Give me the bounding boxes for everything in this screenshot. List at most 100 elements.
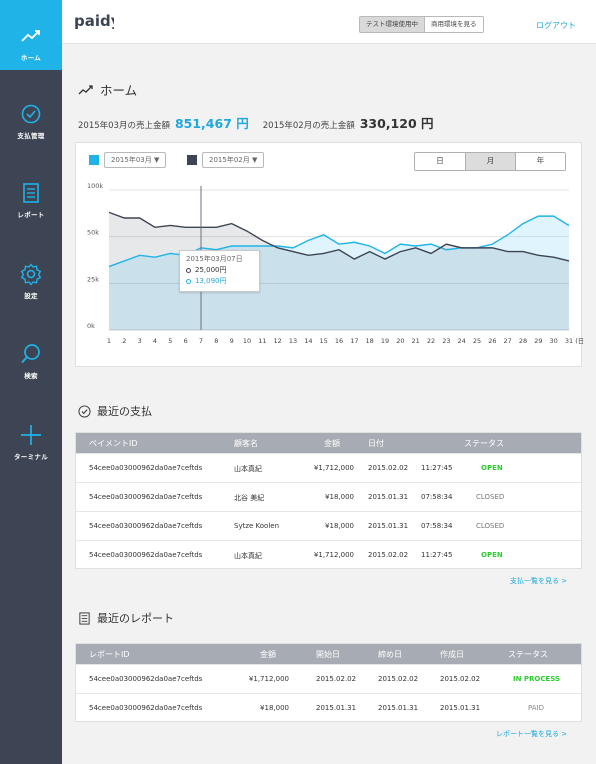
sales-chart-panel: 2015年03月 ▼ 2015年02月 ▼ 日 月 年 100k 50k 25k 0k…	[75, 142, 583, 367]
y-tick-label: 0k	[87, 322, 95, 330]
col-header: 締め日	[378, 650, 402, 659]
sales-summary: 2015年03月の売上金額 851,467 円 2015年02月の売上金額 33…	[78, 113, 434, 132]
sales-current-label: 2015年03月の売上金額	[78, 121, 170, 131]
table-row[interactable]: 54cee0a03000962da0ae7ceftds ¥1,712,000 201…	[76, 664, 581, 693]
sidebar-item-terminal[interactable]: ターミナル	[0, 423, 62, 461]
x-tick-label: 12	[274, 337, 282, 345]
x-tick-label: 5	[168, 337, 172, 345]
table-row[interactable]: 54cee0a03000962da0ae7ceftds 山本真紀 ¥1,712,00…	[76, 540, 581, 569]
date: 2015.01.31	[368, 493, 409, 501]
x-tick-label: 3	[138, 337, 142, 345]
check-circle-icon	[19, 102, 43, 126]
time: 07:58:34	[421, 493, 453, 501]
table-row[interactable]: 54cee0a03000962da0ae7ceftds 北谷 美紀 ¥18,000 2…	[76, 482, 581, 511]
start-date: 2015.01.31	[316, 704, 357, 712]
x-tick-label: 16	[335, 337, 343, 345]
x-tick-label: 23	[442, 337, 450, 345]
col-header: 金額	[324, 439, 340, 448]
sidebar-item-label: 検索	[24, 372, 38, 380]
col-header: 作成日	[440, 650, 464, 659]
x-tick-label: 14	[304, 337, 312, 345]
status-badge: OPEN	[481, 464, 503, 472]
reports-title-text: 最近のレポート	[97, 612, 174, 625]
x-tick-label: 20	[396, 337, 404, 345]
trend-icon	[78, 84, 93, 94]
report-id[interactable]: 54cee0a03000962da0ae7ceftds	[89, 704, 202, 712]
table-row[interactable]: 54cee0a03000962da0ae7ceftds ¥18,000 2015.0…	[76, 693, 581, 722]
col-header: ステータス	[508, 650, 548, 659]
payment-id[interactable]: 54cee0a03000962da0ae7ceftds	[89, 551, 202, 559]
x-tick-label: 8	[214, 337, 218, 345]
svg-text:paidy: paidy	[74, 12, 114, 30]
sidebar-item-settings[interactable]: 設定	[0, 262, 62, 300]
x-tick-label: 28	[519, 337, 527, 345]
payments-table-body: 54cee0a03000962da0ae7ceftds 山本真紀 ¥1,712,00…	[76, 453, 581, 569]
reports-table: レポートID 金額 開始日 締め日 作成日 ステータス 54cee0a03000…	[75, 643, 582, 722]
sidebar-item-label: 支払管理	[17, 132, 45, 140]
x-tick-label: 24	[458, 337, 466, 345]
x-tick-label: 19	[381, 337, 389, 345]
sidebar-item-label: ホーム	[20, 54, 42, 62]
created-date: 2015.01.31	[440, 704, 481, 712]
payments-more-link[interactable]: 支払一覧を見る >	[510, 576, 567, 586]
payments-section-title: 最近の支払	[78, 403, 152, 419]
sidebar-item-payments[interactable]: 支払管理	[0, 102, 62, 140]
payments-title-text: 最近の支払	[97, 405, 152, 418]
sidebar-item-home[interactable]: ホーム	[0, 0, 62, 70]
payment-id[interactable]: 54cee0a03000962da0ae7ceftds	[89, 464, 202, 472]
prod-env-button[interactable]: 商用環境を見る	[424, 17, 483, 32]
x-tick-label: 31	[565, 337, 573, 345]
col-header: ステータス	[464, 439, 504, 448]
date: 2015.02.02	[368, 464, 409, 472]
amount: ¥1,712,000	[313, 551, 354, 559]
test-env-button[interactable]: テスト環境使用中	[360, 17, 424, 32]
x-tick-label: 13	[289, 337, 297, 345]
x-tick-label: 25	[473, 337, 481, 345]
x-tick-label: 2	[122, 337, 126, 345]
customer-name: 北谷 美紀	[234, 494, 265, 502]
payments-table-header: ペイメントID 顧客名 金額 日付 ステータス	[76, 433, 581, 453]
report-icon	[19, 181, 43, 205]
x-tick-label: 1	[107, 337, 111, 345]
y-tick-label: 25k	[87, 275, 99, 283]
date: 2015.01.31	[368, 522, 409, 530]
page-title-text: ホーム	[100, 83, 138, 98]
reports-more-link[interactable]: レポート一覧を見る >	[496, 729, 567, 739]
logout-link[interactable]: ログアウト	[536, 20, 576, 31]
plus-icon	[19, 423, 43, 447]
sidebar: ホーム 支払管理 レポート 設定 検索 ターミナル	[0, 0, 62, 764]
x-tick-label: 26	[488, 337, 496, 345]
payment-id[interactable]: 54cee0a03000962da0ae7ceftds	[89, 522, 202, 530]
table-row[interactable]: 54cee0a03000962da0ae7ceftds 山本真紀 ¥1,712,00…	[76, 453, 581, 482]
table-row[interactable]: 54cee0a03000962da0ae7ceftds Sytze Koolen ¥…	[76, 511, 581, 540]
top-header: paidy テスト環境使用中 商用環境を見る ログアウト	[62, 0, 596, 44]
paidy-logo[interactable]: paidy	[74, 11, 121, 31]
amount: ¥18,000	[325, 493, 354, 501]
sidebar-item-search[interactable]: 検索	[0, 342, 62, 380]
trend-icon	[19, 24, 43, 48]
x-tick-label: 30	[550, 337, 558, 345]
report-id[interactable]: 54cee0a03000962da0ae7ceftds	[89, 675, 202, 683]
tooltip-value-blue: 13,090円	[186, 276, 253, 287]
created-date: 2015.02.02	[440, 675, 481, 683]
x-tick-label: 27	[504, 337, 512, 345]
x-tick-label: 17	[350, 337, 358, 345]
gear-icon	[19, 262, 43, 286]
page-title: ホーム	[78, 80, 137, 99]
sidebar-item-label: ターミナル	[14, 453, 48, 461]
sales-previous-value: 330,120 円	[359, 116, 434, 131]
sidebar-item-label: レポート	[17, 211, 45, 219]
time: 11:27:45	[421, 551, 453, 559]
customer-name: Sytze Koolen	[234, 522, 280, 530]
status-badge: IN PROCESS	[513, 675, 561, 683]
x-tick-label: (日)	[575, 337, 583, 345]
payments-table: ペイメントID 顧客名 金額 日付 ステータス 54cee0a03000962d…	[75, 432, 582, 569]
status-badge: PAID	[528, 704, 545, 712]
payment-id[interactable]: 54cee0a03000962da0ae7ceftds	[89, 493, 202, 501]
col-header: ペイメントID	[89, 439, 138, 448]
tooltip-value-dark: 25,000円	[186, 265, 253, 276]
sidebar-item-reports[interactable]: レポート	[0, 181, 62, 219]
status-badge: OPEN	[481, 551, 503, 559]
close-date: 2015.02.02	[378, 675, 419, 683]
sales-current-value: 851,467 円	[174, 116, 249, 131]
